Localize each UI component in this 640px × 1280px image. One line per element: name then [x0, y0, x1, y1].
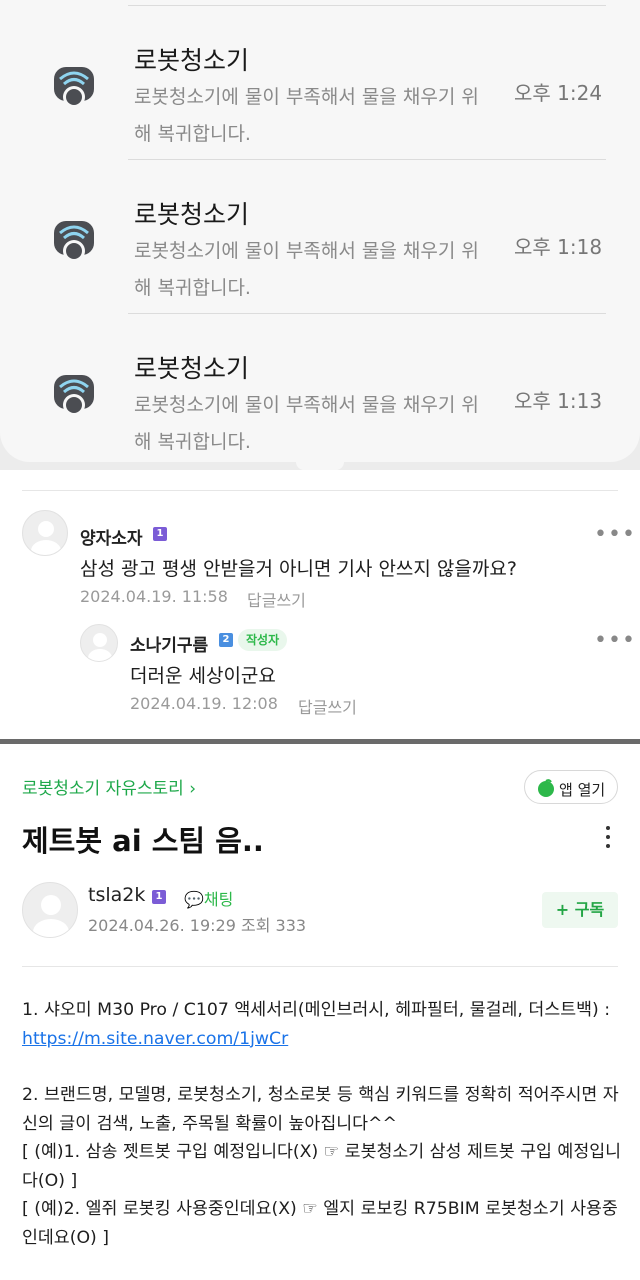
- level-badge: 1: [153, 527, 167, 541]
- comment-text: 더러운 세상이군요: [130, 665, 276, 687]
- post-meta: 2024.04.26. 19:29 조회 333: [88, 912, 306, 936]
- notification-title: 로봇청소기: [134, 354, 250, 383]
- level-badge: 1: [152, 890, 166, 904]
- reply-button[interactable]: 답글쓰기: [247, 587, 306, 611]
- open-app-button[interactable]: 앱 열기: [524, 770, 618, 804]
- author-badge: 작성자: [238, 629, 288, 651]
- notification-item[interactable]: 로봇청소기 로봇청소기에 물이 부족해서 물을 채우기 위해 복귀합니다. 오후…: [0, 313, 640, 468]
- comment-text: 삼성 광고 평생 안받을거 아니면 기사 안쓰지 않을까요?: [80, 558, 517, 580]
- chat-label: 채팅: [203, 890, 234, 909]
- comment-section: 양자소자 1 ••• 삼성 광고 평생 안받을거 아니면 기사 안쓰지 않을까요…: [0, 470, 640, 740]
- post-paragraph: [ (예)1. 삼송 젯트봇 구입 예정입니다(X) ☞ 로봇청소기 삼성 제트…: [22, 1142, 622, 1191]
- post-paragraph: 1. 샤오미 M30 Pro / C107 액세서리(메인브러시, 헤파필터, …: [22, 1000, 611, 1049]
- notification-item[interactable]: 로봇청소기 로봇청소기에 물이 부족해서 물을 채우기 위해 복귀합니다. 오후…: [0, 5, 640, 160]
- post-title: 제트봇 ai 스팀 음..: [22, 824, 264, 858]
- post-views: 조회 333: [240, 916, 307, 935]
- subscribe-button[interactable]: + 구독: [542, 892, 618, 928]
- chat-icon: 💬: [184, 890, 204, 909]
- avatar[interactable]: [22, 882, 78, 938]
- notification-item[interactable]: 로봇청소기 로봇청소기에 물이 부족해서 물을 채우기 위해 복귀합니다. 오후…: [0, 159, 640, 314]
- avatar[interactable]: [80, 624, 118, 662]
- more-options-icon[interactable]: •••: [594, 524, 636, 546]
- comment-date: 2024.04.19. 11:58: [80, 587, 228, 606]
- divider: [22, 966, 618, 967]
- notification-panel: 로봇청소기 로봇청소기에 물이 부족해서 물을 채우기 위해 복귀합니다. 오후…: [0, 0, 640, 470]
- cafe-post: 로봇청소기 자유스토리 › 앱 열기 제트봇 ai 스팀 음.. tsla2k …: [0, 744, 640, 1280]
- divider: [128, 5, 606, 6]
- post-author[interactable]: tsla2k: [88, 884, 145, 906]
- chat-link[interactable]: 💬채팅: [184, 886, 233, 910]
- notification-list: 로봇청소기 로봇청소기에 물이 부족해서 물을 채우기 위해 복귀합니다. 오후…: [0, 0, 640, 462]
- robot-vacuum-icon: [52, 63, 96, 109]
- post-date: 2024.04.26. 19:29: [88, 916, 236, 935]
- divider: [22, 490, 618, 491]
- post-link[interactable]: https://m.site.naver.com/1jwCr: [22, 1029, 288, 1049]
- divider: [128, 313, 606, 314]
- avatar[interactable]: [22, 510, 68, 556]
- board-breadcrumb[interactable]: 로봇청소기 자유스토리 ›: [22, 774, 196, 799]
- panel-handle[interactable]: [296, 462, 344, 470]
- notification-time: 오후 1:18: [514, 235, 603, 259]
- notification-time: 오후 1:24: [514, 81, 603, 105]
- post-body: 1. 샤오미 M30 Pro / C107 액세서리(메인브러시, 헤파필터, …: [22, 996, 622, 1252]
- comment-author[interactable]: 소나기구름: [130, 631, 208, 656]
- level-badge: 2: [219, 633, 233, 647]
- reply-button[interactable]: 답글쓰기: [298, 694, 357, 718]
- robot-vacuum-icon: [52, 217, 96, 263]
- notification-message: 로봇청소기에 물이 부족해서 물을 채우기 위해 복귀합니다.: [134, 86, 479, 145]
- notification-title: 로봇청소기: [134, 200, 250, 229]
- notification-time: 오후 1:13: [514, 389, 603, 413]
- notification-message: 로봇청소기에 물이 부족해서 물을 채우기 위해 복귀합니다.: [134, 240, 479, 299]
- comment-author[interactable]: 양자소자: [80, 524, 143, 549]
- open-app-label: 앱 열기: [559, 781, 606, 799]
- notification-title: 로봇청소기: [134, 46, 250, 75]
- more-options-icon[interactable]: •••: [594, 630, 636, 652]
- notification-message: 로봇청소기에 물이 부족해서 물을 채우기 위해 복귀합니다.: [134, 394, 479, 453]
- comment-date: 2024.04.19. 12:08: [130, 694, 278, 713]
- divider: [128, 159, 606, 160]
- cafe-logo-icon: [538, 779, 554, 797]
- post-paragraph: [ (예)2. 엘쥐 로봇킹 사용중인데요(X) ☞ 엘지 로보킹 R75BIM…: [22, 1199, 618, 1248]
- robot-vacuum-icon: [52, 371, 96, 417]
- kebab-menu-icon[interactable]: [598, 824, 618, 850]
- post-paragraph: 2. 브랜드명, 모델명, 로봇청소기, 청소로봇 등 핵심 키워드를 정확히 …: [22, 1085, 619, 1134]
